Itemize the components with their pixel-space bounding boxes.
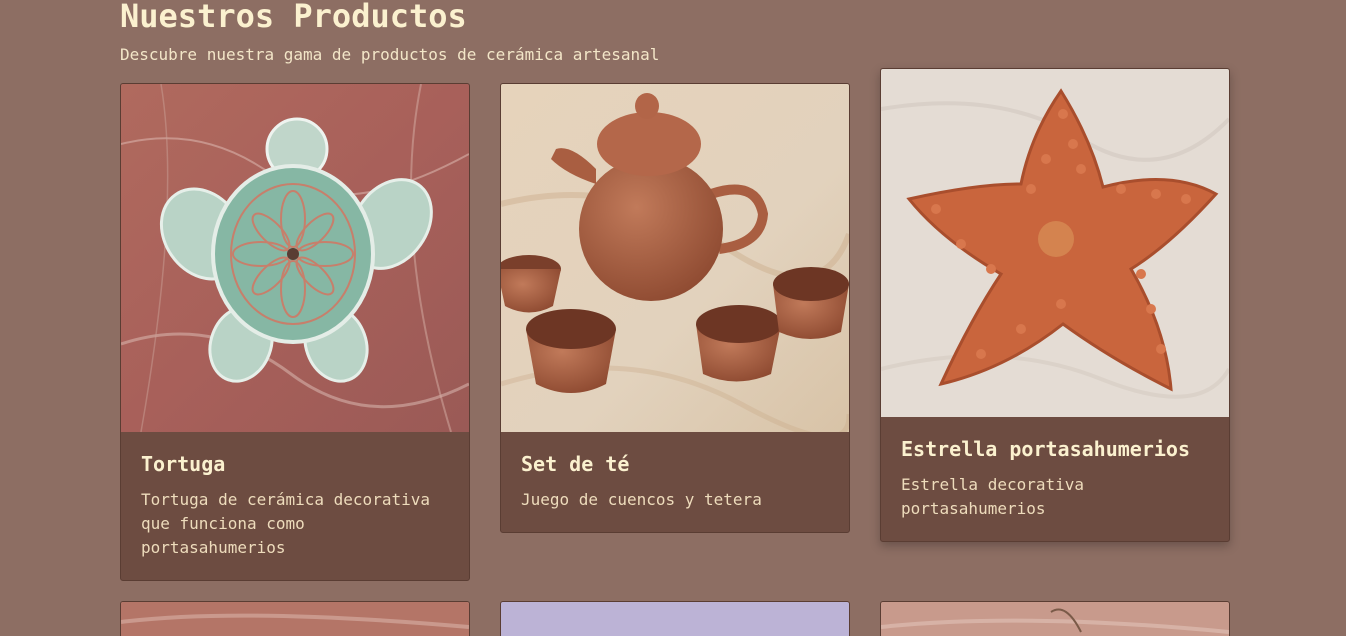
page-subtitle: Descubre nuestra gama de productos de ce… (120, 45, 660, 64)
product-image (121, 602, 469, 636)
product-card-estrella[interactable]: Estrella portasahumerios Estrella decora… (880, 68, 1230, 542)
products-page: Nuestros Productos Descubre nuestra gama… (0, 0, 1346, 636)
product-title: Set de té (521, 452, 630, 476)
product-description: Juego de cuencos y tetera (521, 490, 762, 509)
product-card-row2-3[interactable] (880, 601, 1230, 636)
product-title: Estrella portasahumerios (901, 437, 1190, 461)
product-description: Tortuga de cerámica decorativa que funci… (141, 490, 430, 557)
product-card-row2-2[interactable] (500, 601, 850, 636)
product-card-tortuga[interactable]: Tortuga Tortuga de cerámica decorativa q… (120, 83, 470, 581)
product-description: Estrella decorativa portasahumerios (901, 475, 1085, 518)
product-image (881, 602, 1229, 636)
product-card-set-de-te[interactable]: Set de té Juego de cuencos y tetera (500, 83, 850, 533)
product-card-row2-1[interactable] (120, 601, 470, 636)
page-title: Nuestros Productos (120, 0, 467, 35)
tea-set-image (501, 84, 849, 432)
starfish-image (881, 69, 1229, 417)
turtle-image (121, 84, 469, 432)
product-title: Tortuga (141, 452, 226, 476)
product-image (501, 602, 849, 636)
